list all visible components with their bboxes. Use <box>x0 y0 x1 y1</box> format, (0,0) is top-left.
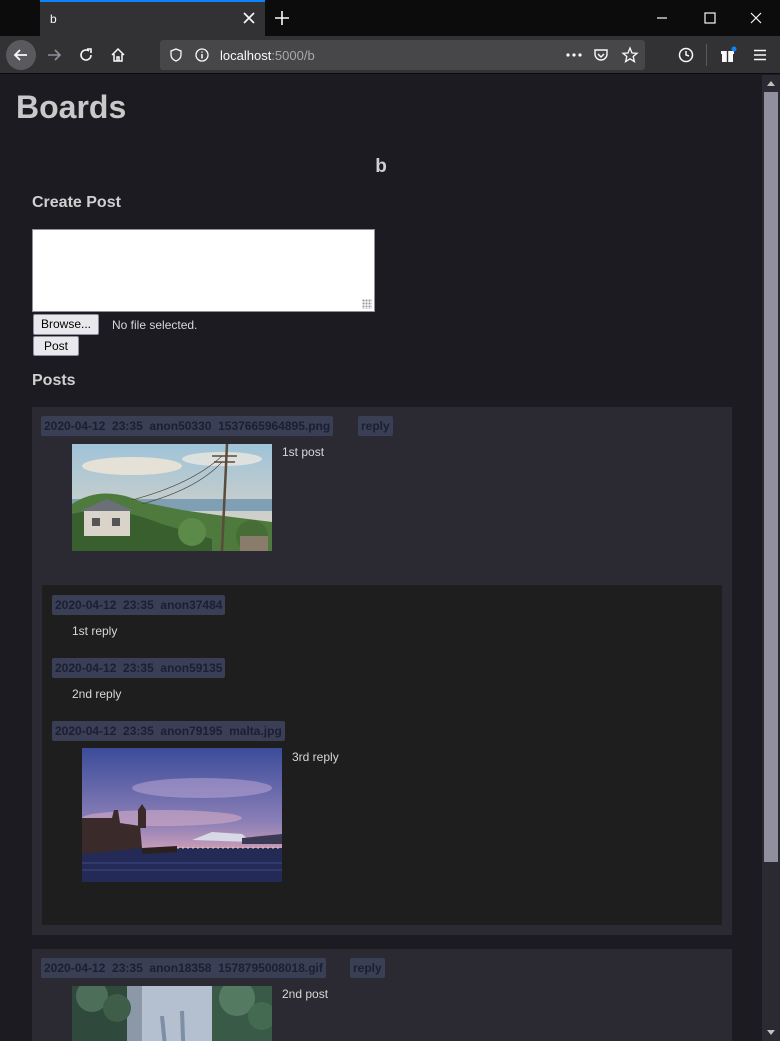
tab-bar: b <box>0 0 780 36</box>
reply-text: 2nd reply <box>72 687 122 701</box>
post-text: 1st post <box>282 445 325 459</box>
tab-active[interactable]: b <box>40 0 265 36</box>
scroll-down-arrow-icon[interactable] <box>767 1030 775 1035</box>
gift-icon <box>721 46 737 62</box>
posts-heading: Posts <box>32 372 76 389</box>
reload-button[interactable] <box>72 41 100 69</box>
window-close-icon[interactable] <box>746 8 766 28</box>
minimize-icon[interactable] <box>652 8 672 28</box>
forest-thumbnail <box>72 986 272 1041</box>
reply-meta: 2020-04-12 23:35 anon59135 <box>52 658 226 678</box>
extensions-button[interactable] <box>714 41 742 69</box>
post-meta: 2020-04-12 23:35 anon50330 1537665964895… <box>41 416 334 436</box>
url-host: localhost <box>220 48 272 63</box>
url-bar[interactable]: localhost:5000/b <box>160 40 645 70</box>
new-tab-icon[interactable] <box>272 8 292 28</box>
browse-button[interactable]: Browse... <box>33 314 100 335</box>
reply-link[interactable]: reply <box>358 416 393 436</box>
more-actions-icon[interactable] <box>565 47 583 63</box>
shield-icon[interactable] <box>168 47 184 63</box>
forward-button[interactable] <box>40 41 68 69</box>
scroll-up-arrow-icon[interactable] <box>767 81 775 86</box>
reply-image[interactable] <box>82 748 282 882</box>
info-icon[interactable] <box>194 47 210 63</box>
reply-link[interactable]: reply <box>350 958 385 978</box>
back-arrow-icon <box>13 49 27 61</box>
harbor-dusk-thumbnail <box>82 748 282 882</box>
post-card: 2020-04-12 23:35 anon18358 1578795008018… <box>32 949 732 1041</box>
reload-icon <box>80 48 92 61</box>
post-text: 2nd post <box>282 987 329 1001</box>
back-button[interactable] <box>6 40 36 70</box>
navigation-toolbar: localhost:5000/b <box>0 36 780 74</box>
post-image[interactable] <box>72 444 272 551</box>
tab-title: b <box>50 12 57 26</box>
reply-text: 1st reply <box>72 624 118 638</box>
close-tab-icon[interactable] <box>241 10 257 26</box>
scrollbar-thumb[interactable] <box>764 92 778 862</box>
post-image[interactable] <box>72 986 272 1041</box>
reply-meta: 2020-04-12 23:35 anon79195 malta.jpg <box>52 721 285 741</box>
create-post-heading: Create Post <box>32 194 121 211</box>
bookmark-star-icon[interactable] <box>621 46 639 64</box>
post-card: 2020-04-12 23:35 anon50330 1537665964895… <box>32 407 732 935</box>
board-name: b <box>375 156 387 177</box>
toolbar-divider <box>706 44 707 66</box>
replies-container: 2020-04-12 23:35 anon37484 1st reply 202… <box>42 585 722 925</box>
pocket-icon[interactable] <box>593 47 609 63</box>
forward-arrow-icon <box>48 49 62 61</box>
reply-meta: 2020-04-12 23:35 anon37484 <box>52 595 226 615</box>
post-textarea[interactable] <box>32 229 375 312</box>
resize-grip[interactable] <box>362 299 372 309</box>
reply-text: 3rd reply <box>292 750 339 764</box>
maximize-icon[interactable] <box>700 8 720 28</box>
landscape-thumbnail <box>72 444 272 551</box>
post-button[interactable]: Post <box>33 336 80 356</box>
url-path: :5000/b <box>271 48 315 63</box>
file-status: No file selected. <box>112 318 198 332</box>
home-icon <box>111 47 125 62</box>
page-viewport: Boards b Create Post Browse... No file s… <box>0 75 762 1041</box>
clock-icon <box>678 47 694 63</box>
site-title: Boards <box>16 89 127 125</box>
url-text[interactable]: localhost:5000/b <box>220 48 315 63</box>
vertical-scrollbar[interactable] <box>762 75 780 1041</box>
post-meta: 2020-04-12 23:35 anon18358 1578795008018… <box>41 958 326 978</box>
home-button[interactable] <box>104 41 132 69</box>
hamburger-menu-icon <box>754 49 766 61</box>
history-button[interactable] <box>672 41 700 69</box>
menu-button[interactable] <box>746 41 774 69</box>
